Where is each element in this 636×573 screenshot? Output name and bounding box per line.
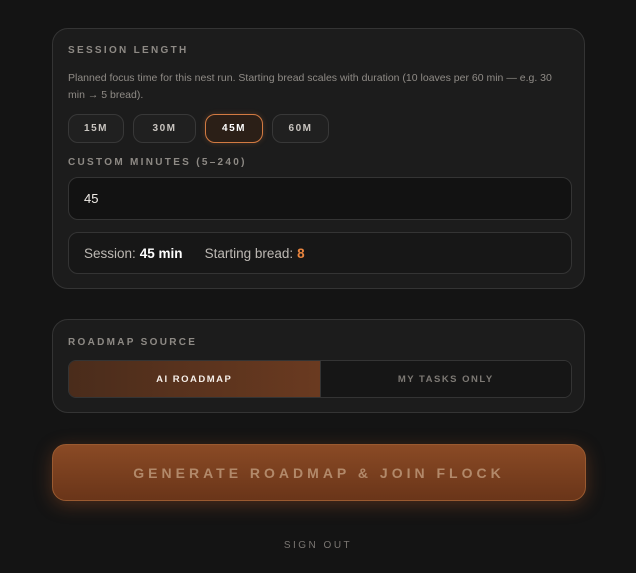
session-length-label: SESSION LENGTH xyxy=(68,45,189,56)
preset-15m-button[interactable]: 15M xyxy=(68,114,124,143)
session-summary-label: Session: xyxy=(84,245,136,261)
session-description: Planned focus time for this nest run. St… xyxy=(68,72,552,101)
my-tasks-only-option[interactable]: MY TASKS ONLY xyxy=(319,361,571,397)
roadmap-source-card: ROADMAP SOURCE AI ROADMAP MY TASKS ONLY xyxy=(52,319,585,413)
custom-minutes-label: CUSTOM MINUTES (5–240) xyxy=(68,157,247,168)
starting-bread-label: Starting bread: xyxy=(204,245,294,261)
custom-minutes-input[interactable]: 45 xyxy=(68,177,572,220)
starting-bread-value: 8 xyxy=(297,245,305,261)
preset-60m-button[interactable]: 60M xyxy=(272,114,329,143)
roadmap-source-toggle: AI ROADMAP MY TASKS ONLY xyxy=(68,360,572,398)
session-summary: Session: 45 min Starting bread: 8 xyxy=(68,232,572,274)
duration-presets: 15M 30M 45M 60M xyxy=(68,114,329,143)
generate-roadmap-button[interactable]: GENERATE ROADMAP & JOIN FLOCK xyxy=(52,444,586,501)
preset-45m-button[interactable]: 45M xyxy=(205,114,263,143)
roadmap-source-label: ROADMAP SOURCE xyxy=(68,337,198,348)
sign-out-link[interactable]: SIGN OUT xyxy=(0,540,636,551)
preset-30m-button[interactable]: 30M xyxy=(133,114,196,143)
session-summary-value: 45 min xyxy=(139,245,183,261)
ai-roadmap-option[interactable]: AI ROADMAP xyxy=(69,361,320,397)
session-length-card: SESSION LENGTH Planned focus time for th… xyxy=(52,28,585,289)
